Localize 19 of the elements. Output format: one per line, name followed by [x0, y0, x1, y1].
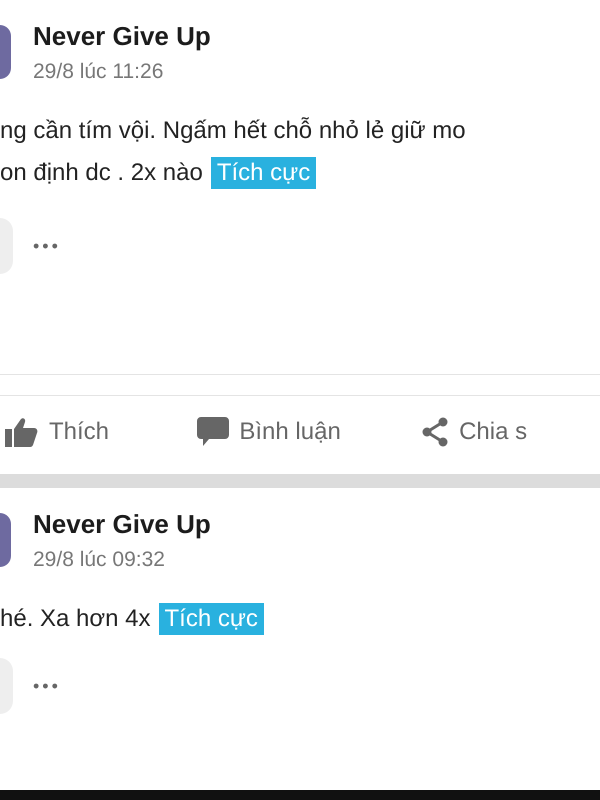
post-time: 29/8 lúc 09:32: [33, 548, 166, 572]
post-text: on định dc . 2x nào: [0, 159, 203, 187]
comment-button[interactable]: Bình luận: [197, 417, 422, 447]
thumbs-up-icon: [5, 417, 39, 447]
post-time: 29/8 lúc 11:26: [33, 60, 164, 84]
sentiment-tag: Tích cực: [158, 603, 264, 635]
author-name[interactable]: Never Give Up: [33, 508, 211, 540]
more-button[interactable]: •••: [33, 236, 61, 256]
post-text: hé. Xa hơn 4x: [0, 605, 151, 633]
post-text: ng cần tím vội. Ngấm hết chỗ nhỏ lẻ giữ mo: [0, 117, 466, 145]
share-button[interactable]: Chia s: [421, 417, 600, 447]
more-button[interactable]: •••: [33, 676, 61, 696]
speech-bubble-icon: [197, 417, 230, 447]
sentiment-tag: Tích cực: [210, 157, 316, 189]
avatar[interactable]: [0, 25, 11, 79]
author-name[interactable]: Never Give Up: [33, 20, 211, 52]
avatar[interactable]: [0, 513, 11, 567]
share-icon: [421, 417, 450, 447]
like-button[interactable]: Thích: [5, 417, 198, 447]
